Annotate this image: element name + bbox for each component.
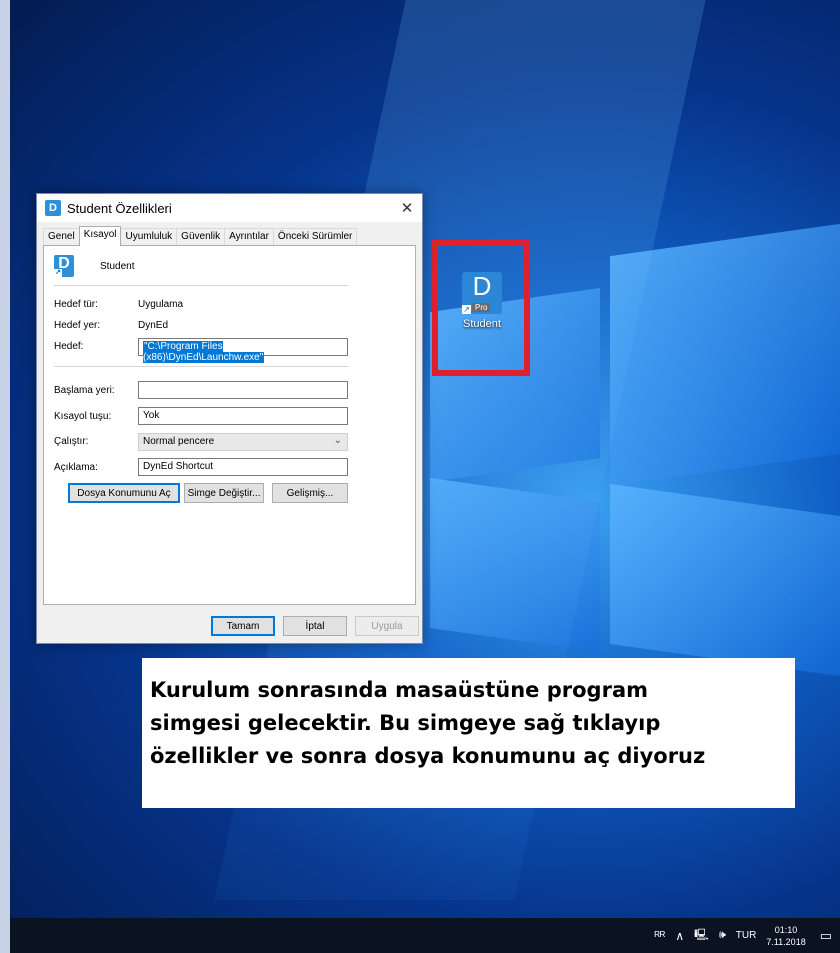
divider — [54, 285, 348, 286]
target-label: Hedef: — [54, 341, 84, 352]
start-in-label: Başlama yeri: — [54, 385, 115, 396]
shortcut-key-label: Kısayol tuşu: — [54, 411, 112, 422]
language-indicator[interactable]: TUR — [736, 930, 757, 941]
shortcut-arrow-icon: ↗ — [54, 269, 62, 277]
run-select-value: Normal pencere — [143, 436, 215, 447]
system-tray: ᴿᴿ ∧ 🖳 🕪 TUR 01:10 7.11.2018 ▭ — [645, 918, 832, 953]
apply-button[interactable]: Uygula — [355, 616, 419, 636]
clock-date: 7.11.2018 — [766, 936, 806, 947]
target-type-value: Uygulama — [138, 299, 184, 310]
tab-compatibility[interactable]: Uyumluluk — [120, 228, 178, 246]
caption-line-3: özellikler ve sonra dosya konumunu aç di… — [150, 744, 706, 768]
open-file-location-button[interactable]: Dosya Konumunu Aç — [68, 483, 180, 503]
caption-line-2: simgesi gelecektir. Bu simgeye sağ tıkla… — [150, 711, 661, 735]
divider — [54, 366, 348, 367]
network-icon[interactable]: 🖳 — [694, 926, 709, 945]
shortcut-tab-panel: D ↗ Student Hedef tür: Uygulama Hedef yer… — [43, 245, 416, 605]
taskbar: ᴿᴿ ∧ 🖳 🕪 TUR 01:10 7.11.2018 ▭ — [10, 918, 840, 953]
target-location-label: Hedef yer: — [54, 320, 101, 331]
chevron-down-icon: ⌄ — [333, 435, 342, 446]
tab-details[interactable]: Ayrıntılar — [224, 228, 274, 246]
start-in-field[interactable] — [138, 381, 348, 399]
tab-shortcut[interactable]: Kısayol — [78, 226, 122, 246]
left-border-strip — [0, 0, 10, 953]
ok-button[interactable]: Tamam — [211, 616, 275, 636]
student-shortcut-icon[interactable]: D Pro ↗ — [462, 272, 502, 314]
clock-time: 01:10 — [774, 924, 798, 935]
comment-field[interactable]: DynEd Shortcut — [138, 458, 348, 476]
notification-icon[interactable]: ▭ — [820, 928, 832, 944]
target-type-label: Hedef tür: — [54, 299, 98, 310]
tab-general[interactable]: Genel — [43, 228, 80, 246]
cancel-button[interactable]: İptal — [283, 616, 347, 636]
clock[interactable]: 01:10 7.11.2018 — [766, 924, 805, 948]
tab-security[interactable]: Güvenlik — [176, 228, 226, 246]
tab-strip: Genel Kısayol Uyumluluk Güvenlik Ayrıntı… — [43, 226, 358, 246]
target-field[interactable]: "C:\Program Files (x86)\DynEd\Launchw.ex… — [138, 338, 348, 363]
chevron-up-icon[interactable]: ∧ — [675, 929, 684, 943]
change-icon-button[interactable]: Simge Değiştir... — [184, 483, 264, 503]
wallpaper-pane-bottom-right — [610, 483, 840, 677]
tab-previous-versions[interactable]: Önceki Sürümler — [272, 228, 358, 246]
comment-label: Açıklama: — [54, 462, 98, 473]
instruction-caption: Kurulum sonrasında masaüstüne program si… — [142, 658, 795, 808]
target-value: "C:\Program Files (x86)\DynEd\Launchw.ex… — [143, 341, 265, 363]
run-select[interactable]: Normal pencere ⌄ — [138, 433, 348, 451]
app-icon: D — [45, 200, 61, 216]
dialog-titlebar[interactable]: D Student Özellikleri ✕ — [37, 194, 422, 222]
volume-icon[interactable]: 🕪 — [719, 929, 726, 942]
properties-dialog: D Student Özellikleri ✕ Genel Kısayol Uy… — [36, 193, 423, 644]
shortcut-name: Student — [100, 261, 135, 272]
caption-line-1: Kurulum sonrasında masaüstüne program — [150, 678, 648, 702]
people-icon[interactable]: ᴿᴿ — [655, 929, 666, 943]
close-icon[interactable]: ✕ — [392, 199, 422, 217]
student-shortcut-label[interactable]: Student — [452, 318, 512, 330]
pro-badge: Pro — [472, 303, 491, 312]
run-label: Çalıştır: — [54, 436, 89, 447]
advanced-button[interactable]: Gelişmiş... — [272, 483, 348, 503]
shortcut-file-icon: D ↗ — [54, 255, 74, 277]
shortcut-key-field[interactable]: Yok — [138, 407, 348, 425]
dialog-title: Student Özellikleri — [67, 200, 172, 216]
shortcut-letter: D — [472, 271, 492, 301]
shortcut-arrow-icon: ↗ — [462, 305, 471, 314]
target-location-value: DynEd — [138, 320, 169, 331]
